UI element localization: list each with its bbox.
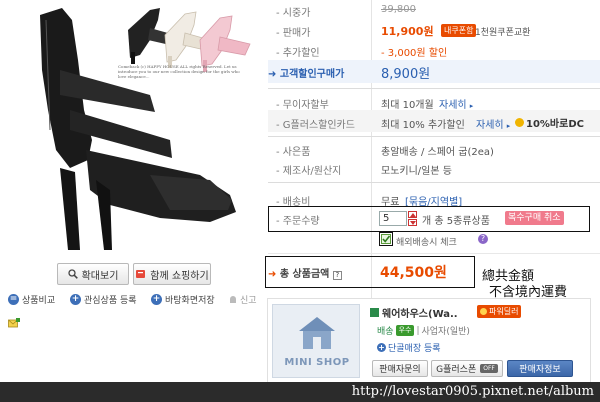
mail-add-icon[interactable] bbox=[8, 318, 20, 328]
off-badge: OFF bbox=[480, 364, 498, 373]
seller-inquiry-button[interactable]: 판매자문의 bbox=[372, 360, 428, 377]
customer-price: 8,900원 bbox=[381, 67, 431, 82]
store-name-text: 웨어하우스(Wa.. bbox=[382, 309, 458, 320]
qty-increase-button[interactable] bbox=[408, 211, 417, 218]
overseas-label: 해외배송시 체크 bbox=[396, 238, 457, 248]
gplus-phone-label: G플러스폰 bbox=[436, 365, 477, 375]
power-dealer-label: 파워딜러 bbox=[489, 307, 519, 316]
sale-price-label: - 판매가 bbox=[276, 28, 311, 39]
installment-value: 최대 10개월 bbox=[381, 100, 434, 111]
product-image[interactable] bbox=[0, 0, 262, 256]
gift-value: 총알배송 / 스페어 굽(2ea) bbox=[381, 147, 494, 158]
seller-info-label: 판매자정보 bbox=[519, 365, 561, 375]
plus-icon: + bbox=[70, 294, 81, 305]
qty-decrease-button[interactable] bbox=[408, 219, 417, 226]
shop-house-icon bbox=[299, 317, 335, 349]
quantity-input[interactable]: 5 bbox=[379, 211, 407, 226]
card-value: 최대 10% 추가할인 bbox=[381, 120, 465, 131]
siren-icon bbox=[230, 296, 236, 303]
biz-type: 사업자(일반) bbox=[421, 327, 470, 337]
save-desktop-link[interactable]: + 바탕화면저장 bbox=[151, 293, 215, 306]
wishlist-link[interactable]: + 관심상품 등록 bbox=[70, 293, 137, 306]
annotation-line1: 總共金額 bbox=[482, 269, 535, 284]
plus-icon: + bbox=[151, 294, 162, 305]
wishlist-label: 관심상품 등록 bbox=[84, 296, 137, 306]
card-detail-link[interactable]: 자세히 ▸ bbox=[476, 116, 510, 131]
gift-label: - 사은품 bbox=[276, 147, 311, 158]
multi-buy-cancel-button[interactable]: 복수구매 취소 bbox=[505, 211, 564, 225]
installment-detail-link[interactable]: 자세히 ▸ bbox=[439, 96, 473, 111]
check-icon bbox=[382, 235, 391, 243]
cart-icon bbox=[136, 270, 146, 278]
discount-value: - 3,000원 할인 bbox=[381, 48, 448, 59]
origin-value: 모노키니/일본 등 bbox=[381, 166, 452, 177]
total-info-icon[interactable]: ? bbox=[332, 271, 342, 280]
mini-shop-label: MINI SHOP bbox=[284, 357, 350, 368]
separator bbox=[268, 182, 600, 183]
mini-shop-logo[interactable]: MINI SHOP bbox=[272, 304, 360, 378]
market-price-label: - 시중가 bbox=[276, 8, 311, 19]
product-caption: Comeback (c) HAPPY HOUSE ALL rights Rese… bbox=[118, 64, 240, 79]
coupon-exchange-link[interactable]: 1천원쿠폰교환 bbox=[475, 25, 530, 38]
plus-icon: + bbox=[377, 343, 386, 352]
equals-icon: = bbox=[8, 294, 19, 305]
total-label: ➜ 총 상품금액 ? bbox=[268, 265, 342, 280]
card-dc-label: 10%바로DC bbox=[526, 119, 584, 130]
seller-info-button[interactable]: 판매자정보 bbox=[507, 360, 573, 377]
separator bbox=[268, 88, 600, 89]
zoom-button-label: 확대보기 bbox=[81, 270, 119, 282]
origin-label: - 제조사/원산지 bbox=[276, 166, 342, 177]
zoom-button[interactable]: 확대보기 bbox=[57, 263, 129, 285]
favorite-store-label: 단골매장 등록 bbox=[388, 344, 441, 354]
compare-link[interactable]: = 상품비교 bbox=[8, 293, 55, 306]
customer-price-label: ➜ 고객할인구매가 bbox=[268, 69, 345, 80]
qty-label: - 주문수량 bbox=[276, 216, 320, 227]
separator bbox=[268, 253, 600, 254]
discount-label: - 추가할인 bbox=[276, 48, 320, 59]
gplus-phone-button[interactable]: G플러스폰 OFF bbox=[431, 360, 503, 377]
magnifier-icon bbox=[67, 269, 78, 279]
watermark-url: http://lovestar0905.pixnet.net/album bbox=[351, 384, 594, 399]
market-price: 39,800 bbox=[381, 4, 416, 15]
shop-together-button[interactable]: 함께 쇼핑하기 bbox=[133, 263, 211, 285]
report-label: 신고 bbox=[240, 296, 257, 306]
qty-suffix: 개 총 5종류상품 bbox=[422, 216, 490, 227]
coin-icon bbox=[515, 118, 524, 127]
favorite-store-link[interactable]: + 단골매장 등록 bbox=[377, 341, 441, 354]
installment-label: - 무이자할부 bbox=[276, 100, 329, 111]
total-price: 44,500원 bbox=[380, 265, 447, 281]
help-icon[interactable]: ? bbox=[478, 234, 488, 244]
power-dealer-badge: 파워딜러 bbox=[477, 305, 522, 318]
card-instant-dc: 10%바로DC bbox=[515, 115, 584, 130]
coupon-badge[interactable]: 내쿠폰함 bbox=[441, 24, 477, 37]
save-desktop-label: 바탕화면저장 bbox=[165, 296, 215, 306]
store-grade-row: 배송 우수 | 사업자(일반) bbox=[377, 325, 470, 337]
store-icon bbox=[370, 308, 379, 317]
compare-label: 상품비교 bbox=[22, 296, 56, 306]
shoe-photo bbox=[40, 8, 251, 250]
report-link[interactable]: 신고 bbox=[229, 293, 257, 306]
seller-inquiry-label: 판매자문의 bbox=[379, 365, 421, 375]
overseas-checkbox[interactable] bbox=[381, 234, 391, 244]
card-label: - G플러스할인카드 bbox=[276, 120, 355, 131]
store-name[interactable]: 웨어하우스(Wa.. bbox=[370, 305, 458, 320]
sale-price: 11,900원 bbox=[381, 25, 434, 38]
shipping-tag: 배송 bbox=[377, 327, 394, 337]
grade-tag: 우수 bbox=[395, 325, 415, 336]
shop-together-label: 함께 쇼핑하기 bbox=[150, 270, 209, 282]
separator bbox=[268, 136, 600, 137]
medal-icon bbox=[480, 308, 487, 315]
